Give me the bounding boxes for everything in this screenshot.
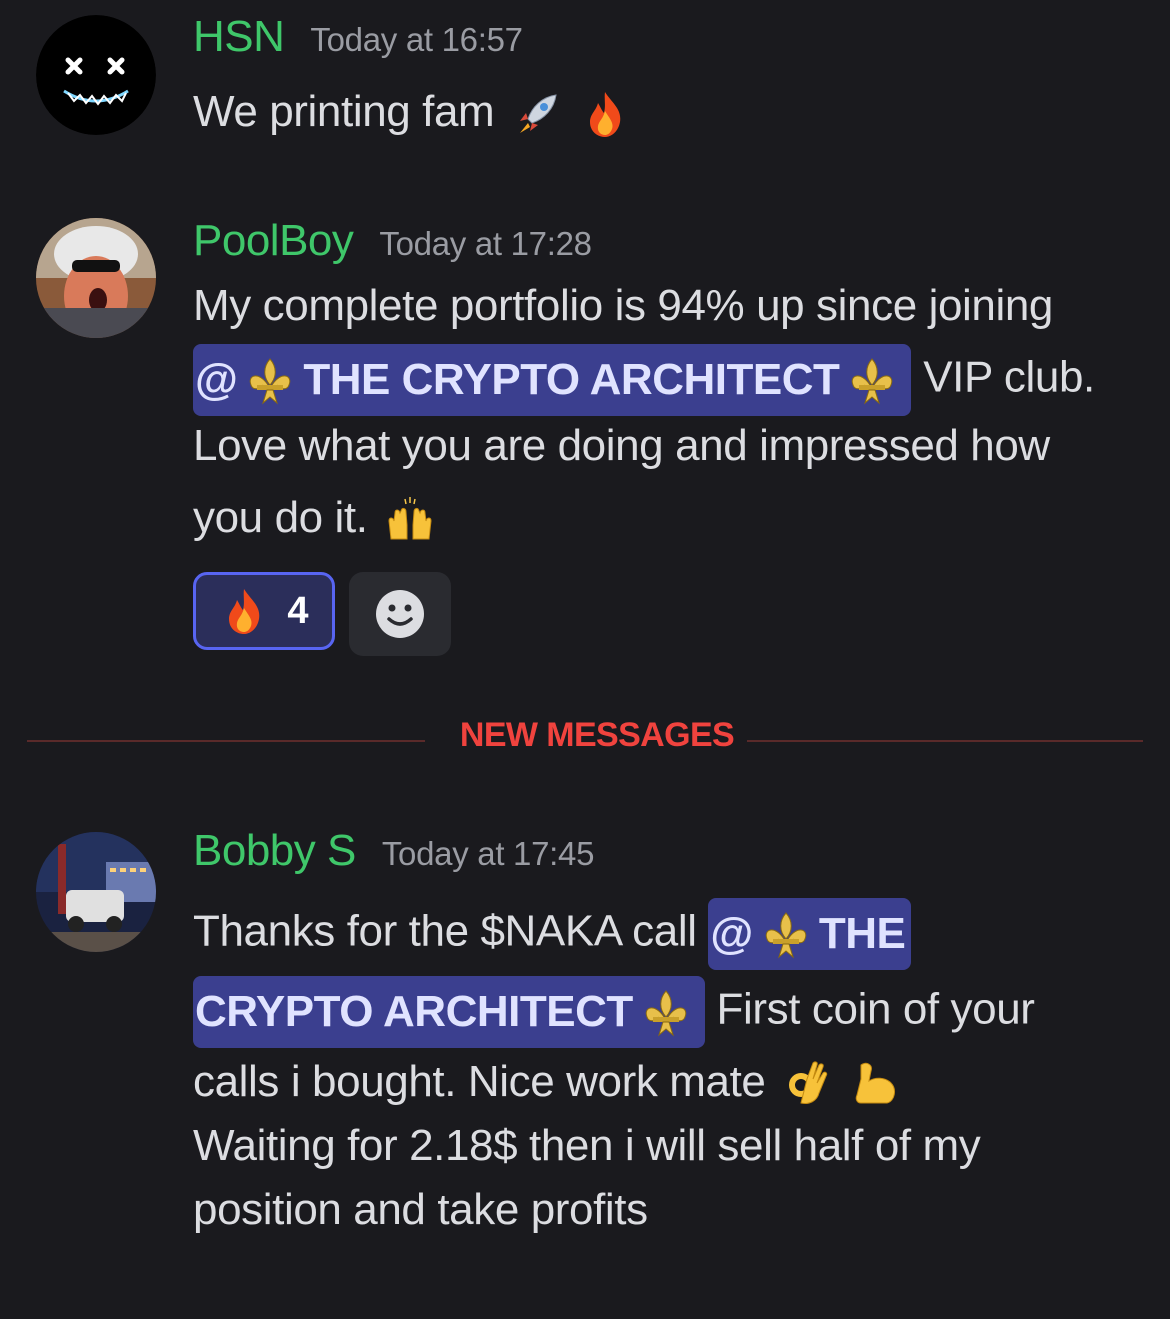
new-messages-label: NEW MESSAGES xyxy=(459,716,735,754)
author-name[interactable]: HSN xyxy=(193,12,285,62)
role-mention[interactable]: @ THE xyxy=(708,898,912,970)
reaction-fire[interactable]: 4 xyxy=(193,572,335,650)
new-messages-divider: NEW MESSAGES xyxy=(27,716,1143,754)
avatar[interactable] xyxy=(36,832,156,952)
reaction-count: 4 xyxy=(287,589,309,632)
message-timestamp: Today at 16:57 xyxy=(310,21,523,58)
fleur-de-lis-icon xyxy=(243,355,297,409)
flexed-biceps-emoji-icon xyxy=(851,1059,901,1109)
fleur-de-lis-icon xyxy=(639,987,693,1041)
ok-hand-emoji-icon xyxy=(783,1059,833,1109)
message-timestamp: Today at 17:45 xyxy=(381,835,595,872)
chat-view: HSN Today at 16:57 We printing fam PoolB… xyxy=(0,0,1170,1319)
reactions-bar: 4 xyxy=(193,572,451,656)
fleur-de-lis-icon xyxy=(759,909,813,963)
message-timestamp: Today at 17:28 xyxy=(379,225,592,262)
role-mention-continued[interactable]: CRYPTO ARCHITECT xyxy=(193,976,705,1048)
message-text: Love what you are doing and impressed ho… xyxy=(193,421,1050,470)
fire-emoji-icon xyxy=(580,89,630,139)
message-text: First coin of your xyxy=(716,984,1035,1034)
message-text: VIP club. xyxy=(923,352,1095,402)
avatar[interactable] xyxy=(36,15,156,135)
message-text: you do it. xyxy=(193,493,368,542)
author-name[interactable]: PoolBoy xyxy=(193,216,354,266)
message-text: Thanks for the $NAKA call xyxy=(193,906,697,956)
raising-hands-emoji-icon xyxy=(385,495,435,545)
message-text: We printing fam xyxy=(193,87,495,136)
message-text: Waiting for 2.18$ then i will sell half … xyxy=(193,1121,981,1170)
fleur-de-lis-icon xyxy=(845,355,899,409)
message-text: position and take profits xyxy=(193,1185,648,1234)
message-text: calls i bought. Nice work mate xyxy=(193,1057,766,1106)
role-mention[interactable]: @ THE CRYPTO ARCHITECT xyxy=(193,344,912,416)
message-text: My complete portfolio is 94% up since jo… xyxy=(193,281,1054,330)
avatar[interactable] xyxy=(36,218,156,338)
divider-line xyxy=(747,740,1143,742)
rocket-emoji-icon xyxy=(512,89,562,139)
author-name[interactable]: Bobby S xyxy=(193,826,356,876)
fire-emoji-icon xyxy=(219,586,269,636)
divider-line xyxy=(27,740,425,742)
add-reaction-button[interactable] xyxy=(349,572,451,656)
smiley-icon xyxy=(376,590,424,638)
